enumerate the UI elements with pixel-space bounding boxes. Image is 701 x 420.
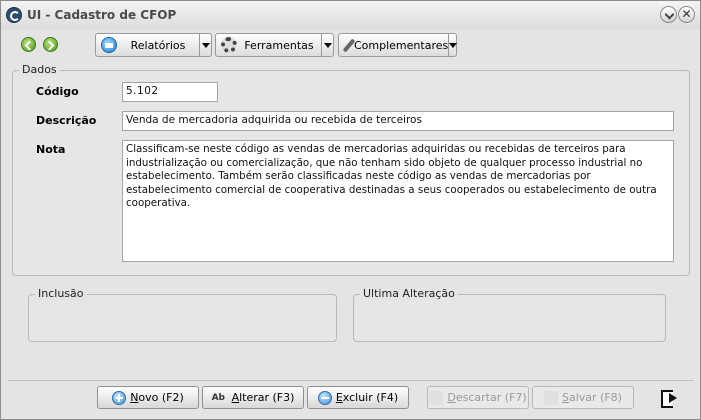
cfop-window: UI - Cadastro de CFOP ✕ Relatórios Ferra… (0, 0, 701, 420)
excluir-button[interactable]: Excluir (F4) (307, 386, 409, 409)
ultima-alteracao-group-title: Ultima Alteração (360, 287, 458, 300)
relatorios-dropdown-arrow[interactable] (199, 34, 211, 56)
complementares-dropdown-arrow[interactable] (448, 34, 457, 56)
complementares-label: Complementares (354, 38, 449, 52)
novo-label: Novo (F2) (130, 391, 184, 404)
close-window-button[interactable]: ✕ (678, 6, 695, 23)
edit-icon: Ab (211, 392, 225, 403)
codigo-field[interactable]: 5.102 (122, 82, 218, 102)
descricao-field[interactable]: Venda de mercadoria adquirida ou recebid… (122, 111, 674, 131)
ferramentas-label: Ferramentas (244, 38, 314, 52)
alterar-button[interactable]: Ab Alterar (F3) (202, 386, 304, 409)
exit-door-icon[interactable] (661, 389, 678, 408)
complementares-button[interactable]: Complementares (338, 33, 457, 57)
excluir-label: Excluir (F4) (335, 391, 399, 404)
ferramentas-button[interactable]: Ferramentas (215, 33, 334, 57)
codigo-label: Código (36, 85, 79, 98)
title-bar: UI - Cadastro de CFOP ✕ (1, 1, 700, 29)
alterar-label: Alterar (F3) (231, 391, 295, 404)
salvar-label: Salvar (F8) (562, 391, 622, 404)
printer-icon (101, 37, 117, 53)
discard-icon (429, 390, 444, 405)
app-logo-icon (6, 7, 22, 23)
collapse-window-button[interactable] (660, 6, 677, 23)
nota-textarea[interactable]: Classificam-se neste código as vendas de… (122, 140, 674, 262)
descartar-label: Descartar (F7) (447, 391, 527, 404)
descricao-label: Descrição (36, 114, 97, 127)
ferramentas-dropdown-arrow[interactable] (321, 34, 333, 56)
forward-arrow-icon[interactable] (43, 37, 58, 52)
ultima-alteracao-group: Ultima Alteração (353, 287, 666, 342)
relatorios-label: Relatórios (130, 38, 186, 52)
inclusao-group: Inclusão (28, 287, 337, 342)
minus-icon (317, 390, 332, 405)
inclusao-group-title: Inclusão (35, 287, 87, 300)
back-arrow-icon[interactable] (21, 37, 36, 52)
relatorios-button[interactable]: Relatórios (95, 33, 212, 57)
plus-icon (112, 390, 127, 405)
window-title: UI - Cadastro de CFOP (27, 8, 177, 22)
save-icon (544, 390, 559, 405)
descartar-button[interactable]: Descartar (F7) (427, 386, 529, 409)
nota-label: Nota (36, 143, 66, 156)
dados-group-title: Dados (19, 63, 60, 76)
novo-button[interactable]: Novo (F2) (97, 386, 199, 409)
salvar-button[interactable]: Salvar (F8) (532, 386, 634, 409)
gear-icon (221, 37, 237, 53)
